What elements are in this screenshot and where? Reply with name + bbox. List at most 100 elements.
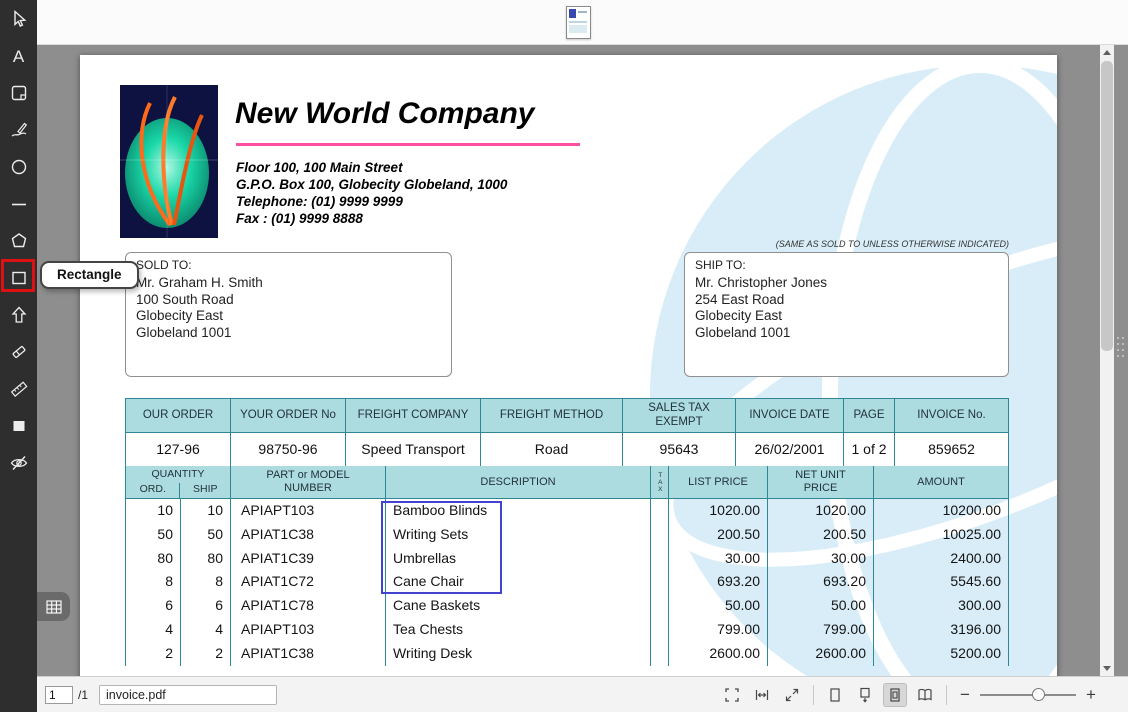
triangle-down-icon bbox=[1103, 666, 1111, 671]
zoom-slider-knob[interactable] bbox=[1032, 687, 1045, 701]
fill-rectangle-tool[interactable] bbox=[4, 411, 34, 441]
rectangle-annotation[interactable] bbox=[381, 501, 502, 594]
order-header-cell: PAGE bbox=[844, 399, 895, 432]
ship-to-note: (SAME AS SOLD TO UNLESS OTHERWISE INDICA… bbox=[775, 239, 1009, 249]
ship-to-line: Mr. Christopher Jones bbox=[695, 275, 828, 290]
eraser-icon bbox=[12, 345, 25, 359]
item-cell: 8 bbox=[181, 570, 231, 595]
zoom-slider-track[interactable] bbox=[980, 693, 1076, 696]
item-cell: 50.00 bbox=[768, 594, 874, 618]
page-scroll-icon bbox=[860, 687, 870, 703]
fit-page-icon bbox=[725, 687, 739, 702]
item-cell: 8 bbox=[126, 570, 181, 595]
ship-to-box: SHIP TO: Mr. Christopher Jones 254 East … bbox=[684, 252, 1009, 377]
tax-header: TAX bbox=[651, 466, 669, 498]
pointer-icon bbox=[13, 9, 26, 27]
pen-icon bbox=[11, 122, 27, 137]
select-tool[interactable] bbox=[4, 4, 34, 34]
items-body: 10 10 APIAPT103 Bamboo Blinds 1020.00 1020.00… bbox=[126, 499, 1008, 666]
order-header-row: OUR ORDER YOUR ORDER No FREIGHT COMPANY FRE… bbox=[126, 399, 1008, 433]
item-cell: APIAT1C38 bbox=[231, 522, 386, 547]
page-thumbnail[interactable] bbox=[566, 6, 591, 39]
quantity-header-group: QUANTITY ORD. SHIP bbox=[126, 466, 231, 498]
scrolling-view-button[interactable] bbox=[853, 683, 877, 707]
arrow-tool[interactable] bbox=[4, 300, 34, 330]
item-cell: 6 bbox=[126, 594, 181, 618]
scroll-up-button[interactable] bbox=[1100, 45, 1114, 60]
note-tool[interactable] bbox=[4, 78, 34, 108]
line-tool[interactable] bbox=[4, 189, 34, 219]
item-cell bbox=[651, 594, 669, 618]
item-cell: 2600.00 bbox=[669, 641, 768, 666]
zoom-slider[interactable] bbox=[980, 683, 1076, 707]
eye-off-icon bbox=[10, 456, 27, 470]
expand-icon bbox=[785, 688, 799, 701]
sold-to-line: Globecity East bbox=[136, 308, 224, 323]
table-row: 6 6 APIAT1C78 Cane Baskets 50.00 50.00 300.00 bbox=[126, 594, 1008, 618]
text-tool[interactable]: A bbox=[4, 41, 34, 71]
item-cell: 2600.00 bbox=[768, 641, 874, 666]
item-cell: 200.50 bbox=[669, 522, 768, 547]
item-cell: APIAT1C78 bbox=[231, 594, 386, 618]
polygon-icon bbox=[11, 233, 26, 248]
zoom-in-button[interactable]: + bbox=[1082, 686, 1100, 703]
item-cell: Tea Chests bbox=[386, 617, 651, 642]
sold-to-line: Mr. Graham H. Smith bbox=[136, 275, 263, 290]
sold-to-line: Globeland 1001 bbox=[136, 324, 232, 340]
quantity-header: QUANTITY bbox=[151, 468, 205, 480]
draw-tool[interactable] bbox=[4, 115, 34, 145]
item-cell: 30.00 bbox=[669, 546, 768, 571]
order-value-cell: 98750-96 bbox=[231, 433, 346, 466]
order-header-cell: INVOICE DATE bbox=[736, 399, 844, 432]
toolbar-separator bbox=[946, 684, 947, 705]
fit-width-icon bbox=[755, 689, 769, 700]
page-fit-view-button[interactable] bbox=[883, 682, 907, 707]
item-cell bbox=[651, 546, 669, 571]
scroll-down-button[interactable] bbox=[1100, 661, 1114, 676]
order-value-cell: 26/02/2001 bbox=[736, 433, 844, 466]
pdf-page: New World Company Floor 100, 100 Main St… bbox=[80, 55, 1057, 676]
grid-tool-button[interactable] bbox=[37, 592, 70, 621]
description-header: DESCRIPTION bbox=[386, 466, 651, 498]
item-cell: 10025.00 bbox=[942, 525, 1001, 542]
single-page-view-button[interactable] bbox=[823, 683, 847, 707]
ellipse-tool[interactable] bbox=[4, 152, 34, 182]
order-header-cell: INVOICE No. bbox=[917, 408, 986, 421]
polygon-tool[interactable] bbox=[4, 226, 34, 256]
zoom-out-button[interactable]: − bbox=[956, 686, 974, 703]
item-cell: 4 bbox=[181, 617, 231, 642]
item-cell: 799.00 bbox=[768, 617, 874, 642]
item-cell: 10 bbox=[126, 499, 181, 523]
item-cell: APIAPT103 bbox=[231, 499, 386, 523]
scrollbar-thumb[interactable] bbox=[1101, 61, 1113, 351]
item-cell: APIAT1C72 bbox=[231, 570, 386, 595]
panel-resize-grip[interactable] bbox=[1117, 337, 1125, 359]
page-number-input[interactable] bbox=[45, 685, 73, 704]
company-address: Floor 100, 100 Main Street G.P.O. Box 10… bbox=[236, 159, 507, 227]
pink-rule bbox=[236, 143, 580, 146]
item-cell bbox=[651, 522, 669, 547]
sold-to-line: 100 South Road bbox=[136, 291, 234, 307]
table-row: 8 8 APIAT1C72 Cane Chair 693.20 693.20 5545.60 bbox=[126, 570, 1008, 595]
item-cell: 30.00 bbox=[768, 546, 874, 571]
ship-to-line: Globecity East bbox=[695, 308, 783, 323]
hide-annotations-tool[interactable] bbox=[4, 448, 34, 478]
vertical-scrollbar[interactable] bbox=[1100, 45, 1114, 676]
item-cell bbox=[651, 641, 669, 666]
eraser-tool[interactable] bbox=[4, 337, 34, 367]
thumbnail-logo bbox=[569, 9, 576, 18]
actual-size-button[interactable] bbox=[780, 683, 804, 707]
fit-page-button[interactable] bbox=[720, 683, 744, 707]
book-icon bbox=[918, 688, 932, 700]
item-cell: 10 bbox=[181, 499, 231, 523]
item-cell: APIAT1C39 bbox=[231, 546, 386, 571]
triangle-up-icon bbox=[1103, 50, 1111, 55]
measure-tool[interactable] bbox=[4, 374, 34, 404]
filename-input[interactable] bbox=[99, 684, 278, 705]
item-cell: 5545.60 bbox=[950, 573, 1001, 590]
book-view-button[interactable] bbox=[913, 683, 937, 707]
item-cell: 693.20 bbox=[768, 570, 874, 595]
item-cell: 6 bbox=[181, 594, 231, 618]
fit-width-button[interactable] bbox=[750, 683, 774, 707]
page-fit-icon bbox=[890, 687, 900, 702]
